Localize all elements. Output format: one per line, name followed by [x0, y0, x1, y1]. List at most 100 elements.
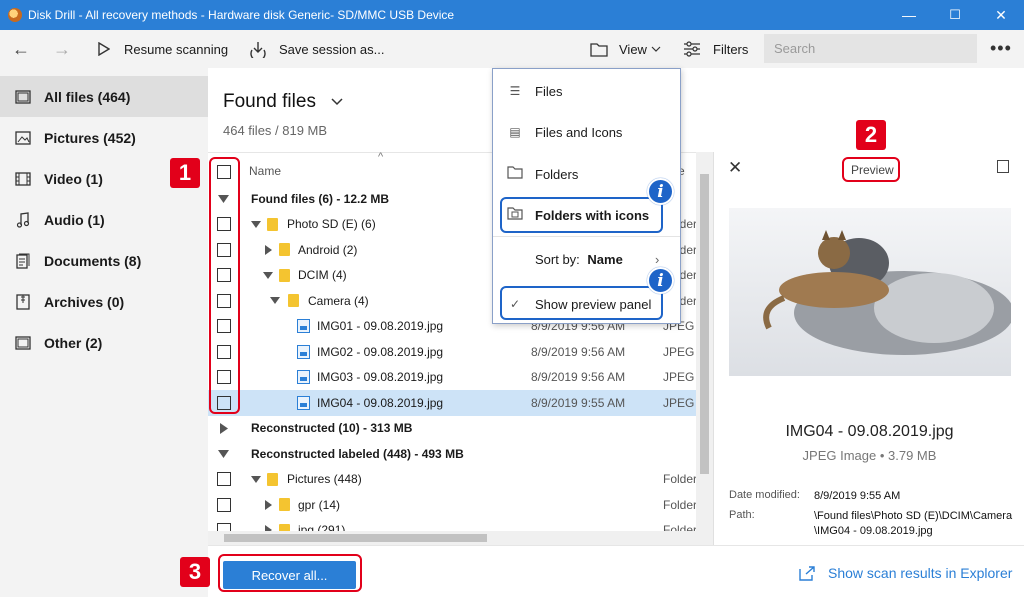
annotation-preview-panel-highlight [500, 286, 663, 320]
files-summary: 464 files / 819 MB [223, 123, 328, 138]
search-input[interactable]: Search [764, 34, 977, 63]
view-dropdown-button[interactable]: View [590, 30, 661, 68]
annotation-recover-highlight [218, 554, 362, 592]
annotation-badge-1: 1 [170, 158, 200, 188]
group-row-reconstructed[interactable]: Reconstructed (10) - 313 MB [208, 416, 698, 442]
copy-icon[interactable] [997, 160, 1009, 173]
table-row-selected[interactable]: IMG04 - 09.08.2019.jpg 8/9/2019 9:55 AM … [208, 390, 698, 416]
image-file-icon [297, 319, 310, 334]
folder-icon [507, 166, 523, 182]
sidebar-item-archives[interactable]: Archives (0) [0, 281, 208, 322]
sidebar-item-label: Other (2) [44, 334, 103, 351]
row-name: Pictures (448) [287, 472, 362, 487]
download-icon [250, 42, 266, 58]
archives-icon [14, 293, 32, 310]
window-controls: — ☐ ✕ [886, 0, 1024, 30]
row-date: 8/9/2019 9:56 AM [531, 344, 626, 359]
toolbar: ← → Resume scanning Save session as... V… [0, 30, 1024, 68]
scrollbar-thumb[interactable] [224, 534, 487, 542]
sidebar-item-pictures[interactable]: Pictures (452) [0, 117, 208, 158]
path-value-line2: \IMG04 - 09.08.2019.jpg [814, 525, 933, 537]
sidebar-item-other[interactable]: Other (2) [0, 322, 208, 363]
close-window-button[interactable]: ✕ [978, 0, 1024, 30]
sidebar: All files (464) Pictures (452) Video (1)… [0, 68, 208, 597]
sort-by-label: Sort by: Name [535, 252, 623, 267]
row-kind: Folder [663, 497, 698, 512]
view-label: View [619, 41, 647, 57]
disk-drill-logo-icon [8, 8, 22, 22]
chevron-down-icon [331, 98, 343, 106]
sidebar-item-documents[interactable]: Documents (8) [0, 240, 208, 281]
scrollbar-thumb[interactable] [700, 174, 709, 474]
folder-icon [279, 498, 290, 512]
maximize-button[interactable]: ☐ [932, 0, 978, 30]
expanded-triangle-icon[interactable] [251, 475, 261, 483]
external-link-icon [799, 566, 815, 581]
filters-button[interactable]: Filters [683, 30, 748, 68]
expanded-triangle-icon [218, 449, 229, 458]
collapsed-triangle-icon[interactable] [265, 244, 272, 255]
window-title: Disk Drill - All recovery methods - Hard… [28, 8, 455, 22]
table-row[interactable]: Pictures (448) Folder [208, 467, 698, 493]
sidebar-item-all-files[interactable]: All files (464) [0, 76, 208, 117]
table-row[interactable]: IMG03 - 09.08.2019.jpg 8/9/2019 9:56 AM … [208, 365, 698, 391]
forward-arrow-icon: → [53, 38, 71, 59]
annotation-folders-with-icons-highlight [500, 197, 663, 233]
image-file-icon [297, 370, 310, 385]
save-session-button[interactable]: Save session as... [249, 30, 385, 68]
expanded-triangle-icon[interactable] [251, 220, 261, 228]
minimize-button[interactable]: — [886, 0, 932, 30]
list-icon: ☰ [509, 84, 521, 98]
path-label: Path: [729, 509, 755, 521]
page-title: Found files [223, 91, 316, 112]
forward-button[interactable]: → [53, 30, 71, 68]
disk-drill-window: Disk Drill - All recovery methods - Hard… [0, 0, 1024, 597]
menu-item-sort-by[interactable]: Sort by: Name › [493, 249, 680, 269]
save-session-label: Save session as... [279, 41, 385, 57]
table-row[interactable]: IMG02 - 09.08.2019.jpg 8/9/2019 9:56 AM … [208, 339, 698, 365]
sidebar-item-audio[interactable]: Audio (1) [0, 199, 208, 240]
more-options-button[interactable]: ••• [990, 38, 1012, 59]
preview-image [729, 208, 1011, 376]
image-file-icon [297, 344, 310, 359]
folder-icon [288, 294, 299, 308]
expanded-triangle-icon[interactable] [263, 271, 273, 279]
row-date: 8/9/2019 9:55 AM [531, 395, 626, 410]
vertical-scrollbar[interactable] [696, 152, 713, 545]
group-label: Found files (6) - 12.2 MB [251, 191, 390, 206]
preview-file-meta: JPEG Image • 3.79 MB [802, 448, 937, 463]
show-scan-results-link[interactable]: Show scan results in Explorer [798, 565, 1012, 581]
group-row-reconstructed-labeled[interactable]: Reconstructed labeled (448) - 493 MB [208, 441, 698, 467]
close-preview-button[interactable]: ✕ [728, 158, 742, 178]
folder-icon [267, 472, 278, 486]
table-row[interactable]: gpr (14) Folder [208, 492, 698, 518]
row-kind: JPEG Ir [663, 395, 698, 410]
row-kind: JPEG Ir [663, 370, 698, 385]
annotation-preview-highlight [842, 157, 900, 182]
list-icons-icon: ▤ [509, 125, 521, 139]
horizontal-scrollbar[interactable] [208, 531, 696, 545]
resume-scanning-button[interactable]: Resume scanning [98, 30, 228, 68]
menu-item-files-and-icons[interactable]: ▤ Files and Icons [493, 122, 680, 142]
date-modified-label: Date modified: [729, 489, 800, 501]
found-files-title[interactable]: Found files [223, 91, 343, 113]
back-button[interactable]: ← [12, 30, 30, 68]
resume-scanning-label: Resume scanning [124, 41, 229, 57]
row-checkbox[interactable] [217, 472, 231, 487]
expanded-triangle-icon[interactable] [270, 297, 280, 305]
collapsed-triangle-icon[interactable] [265, 499, 272, 510]
collapsed-triangle-icon [220, 422, 228, 434]
sidebar-item-label: Archives (0) [44, 293, 125, 310]
sort-by-value: Name [587, 251, 623, 267]
row-name: gpr (14) [298, 497, 341, 512]
menu-item-files[interactable]: ☰ Files [493, 81, 680, 101]
row-name: IMG02 - 09.08.2019.jpg [317, 344, 444, 359]
sidebar-item-label: Video (1) [44, 170, 103, 187]
column-name-header[interactable]: Name [249, 164, 281, 178]
row-name: DCIM (4) [298, 268, 347, 283]
menu-divider [493, 236, 680, 237]
row-checkbox[interactable] [217, 497, 231, 512]
filters-label: Filters [713, 41, 749, 57]
row-name: IMG01 - 09.08.2019.jpg [317, 319, 444, 334]
preview-panel: ✕ Preview IMG04 - 09.08.2019.jpg JPEG Im… [713, 152, 1024, 545]
